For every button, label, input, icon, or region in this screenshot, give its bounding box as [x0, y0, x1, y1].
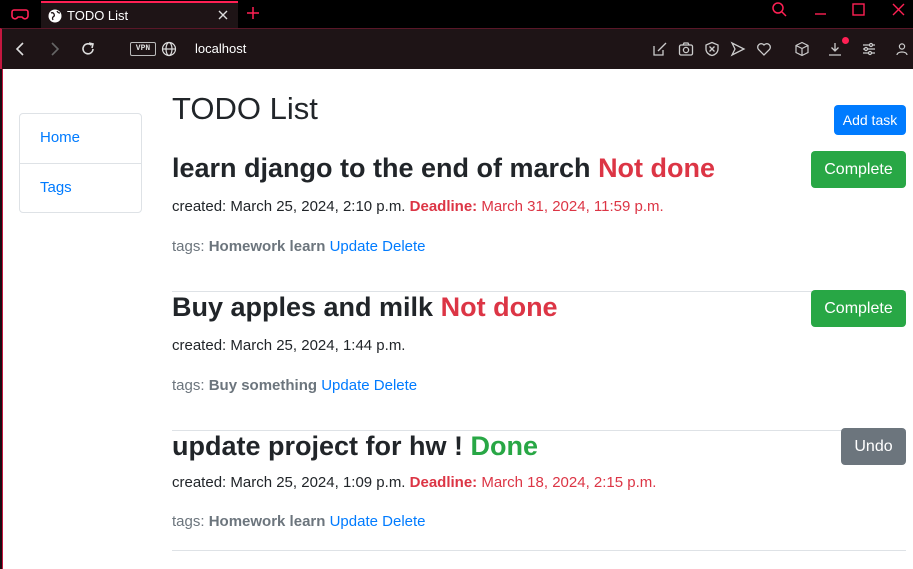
- delete-link[interactable]: Delete: [374, 377, 417, 394]
- created-label: created:: [172, 474, 227, 491]
- profile-icon[interactable]: [894, 41, 910, 57]
- delete-link[interactable]: Delete: [382, 238, 425, 255]
- sidebar: Home Tags: [19, 113, 142, 213]
- created-date: March 25, 2024, 2:10 p.m.: [230, 198, 406, 215]
- task-meta: created: March 25, 2024, 2:10 p.m. Deadl…: [172, 198, 664, 215]
- page-content: Home Tags TODO List Add task learn djang…: [2, 69, 913, 569]
- created-label: created:: [172, 198, 227, 215]
- update-link[interactable]: Update: [330, 238, 378, 255]
- task-title: update project for hw !: [172, 431, 464, 461]
- gx-controller-icon[interactable]: [11, 6, 29, 22]
- tag-list: Buy something: [208, 377, 318, 394]
- minimize-icon[interactable]: [805, 0, 835, 22]
- close-tab-icon[interactable]: [216, 8, 230, 22]
- sidebar-item-home[interactable]: Home: [20, 114, 141, 163]
- update-link[interactable]: Update: [321, 377, 369, 394]
- task-meta: created: March 25, 2024, 1:09 p.m. Deadl…: [172, 474, 656, 491]
- download-icon[interactable]: [827, 41, 843, 57]
- tab-bar: TODO List: [0, 0, 913, 28]
- deadline-label: Deadline:: [409, 198, 478, 215]
- tags-label: tags:: [172, 238, 205, 255]
- task-status: Done: [470, 431, 539, 461]
- sidebar-item-tags[interactable]: Tags: [20, 163, 141, 212]
- back-icon[interactable]: [12, 40, 30, 58]
- created-date: March 25, 2024, 1:44 p.m.: [230, 337, 406, 354]
- task-tags: tags: Homework learn Update Delete: [172, 238, 426, 255]
- deadline-date: March 31, 2024, 11:59 p.m.: [481, 198, 664, 215]
- task-status: Not done: [440, 292, 558, 322]
- address-bar: VPN localhost: [0, 28, 913, 69]
- search-icon[interactable]: [765, 0, 795, 22]
- send-icon[interactable]: [730, 41, 746, 57]
- maximize-icon[interactable]: [843, 0, 873, 22]
- task-tags: tags: Homework learn Update Delete: [172, 513, 426, 530]
- download-badge: [842, 37, 849, 44]
- undo-button[interactable]: Undo: [841, 428, 906, 465]
- task-item: update project for hw ! Done Undo create…: [172, 428, 906, 551]
- created-label: created:: [172, 337, 227, 354]
- reload-icon[interactable]: [79, 40, 97, 58]
- globe-icon: [48, 9, 62, 22]
- site-globe-icon[interactable]: [161, 41, 177, 57]
- task-heading: Buy apples and milk Not done: [172, 292, 558, 323]
- task-item: learn django to the end of march Not don…: [172, 151, 906, 292]
- complete-button[interactable]: Complete: [811, 151, 906, 188]
- cube-icon[interactable]: [794, 41, 810, 57]
- vpn-badge[interactable]: VPN: [130, 42, 156, 56]
- camera-icon[interactable]: [678, 41, 694, 57]
- task-heading: update project for hw ! Done: [172, 431, 538, 462]
- tag-list: Homework learn: [208, 238, 326, 255]
- add-task-button[interactable]: Add task: [834, 105, 906, 135]
- task-tags: tags: Buy something Update Delete: [172, 377, 417, 394]
- easy-setup-icon[interactable]: [861, 41, 877, 57]
- task-heading: learn django to the end of march Not don…: [172, 153, 715, 184]
- delete-link[interactable]: Delete: [382, 513, 425, 530]
- update-link[interactable]: Update: [330, 513, 378, 530]
- tags-label: tags:: [172, 513, 205, 530]
- tab-title: TODO List: [67, 8, 129, 23]
- heart-icon[interactable]: [756, 41, 772, 57]
- edit-icon[interactable]: [652, 41, 668, 57]
- task-item: Buy apples and milk Not done Complete cr…: [172, 290, 906, 431]
- complete-button[interactable]: Complete: [811, 290, 906, 327]
- browser-tab[interactable]: TODO List: [41, 1, 238, 28]
- url-field[interactable]: localhost: [195, 41, 246, 56]
- forward-icon[interactable]: [45, 40, 63, 58]
- close-window-icon[interactable]: [883, 0, 913, 22]
- tags-label: tags:: [172, 377, 205, 394]
- deadline-label: Deadline:: [409, 474, 478, 491]
- tag-list: Homework learn: [208, 513, 326, 530]
- new-tab-icon[interactable]: [245, 5, 261, 21]
- task-title: Buy apples and milk: [172, 292, 434, 322]
- adblock-icon[interactable]: [704, 41, 720, 57]
- created-date: March 25, 2024, 1:09 p.m.: [230, 474, 406, 491]
- task-meta: created: March 25, 2024, 1:44 p.m.: [172, 337, 405, 354]
- page-title: TODO List: [172, 91, 318, 126]
- task-title: learn django to the end of march: [172, 153, 591, 183]
- task-status: Not done: [598, 153, 716, 183]
- deadline-date: March 18, 2024, 2:15 p.m.: [481, 474, 657, 491]
